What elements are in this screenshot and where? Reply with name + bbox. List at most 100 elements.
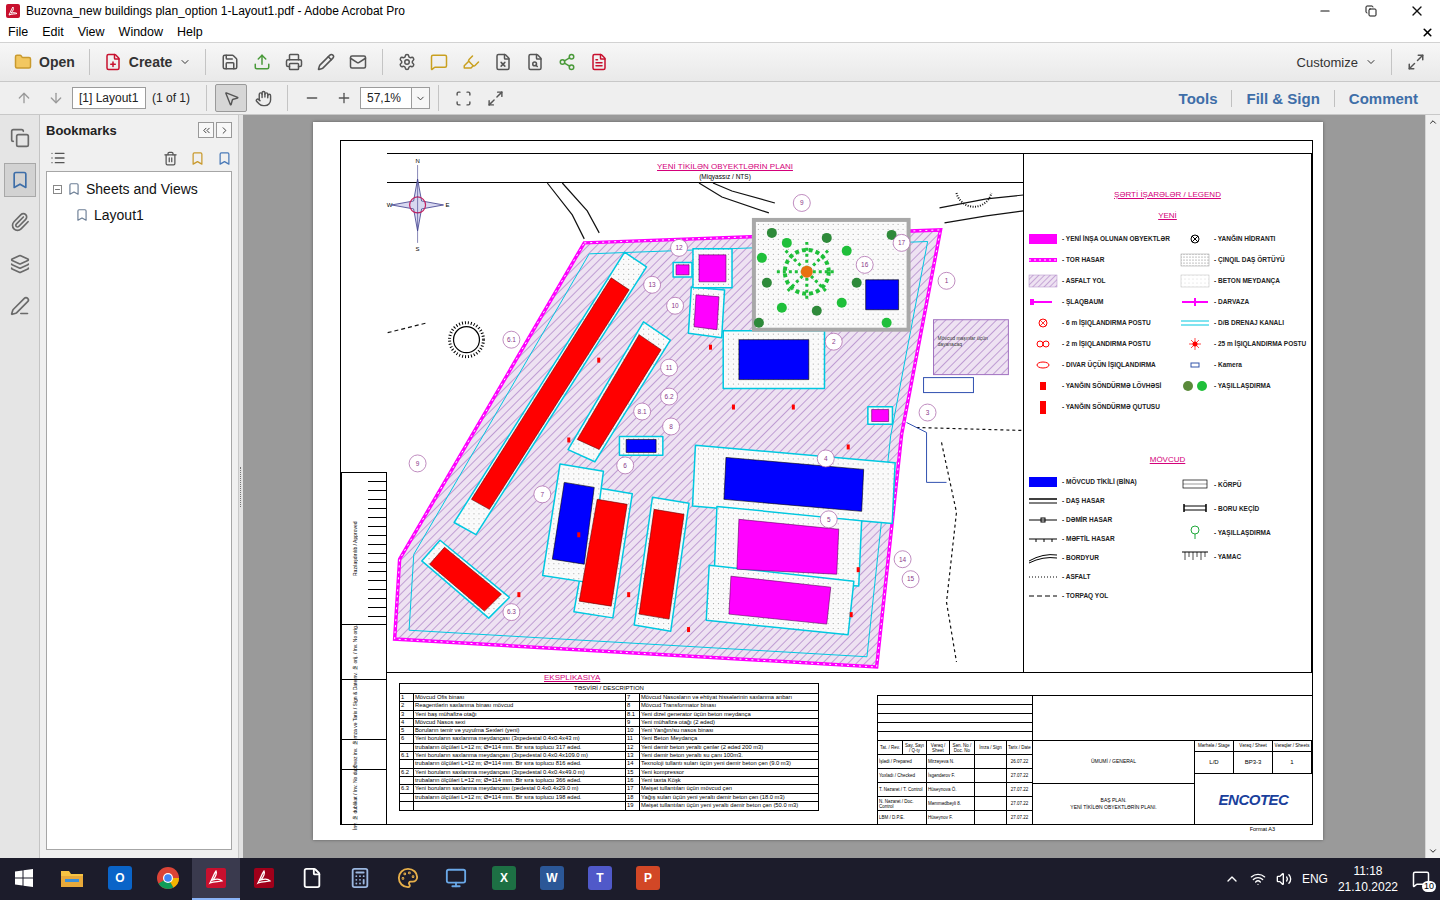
- settings-button[interactable]: [391, 48, 423, 76]
- language-indicator[interactable]: ENG: [1302, 872, 1328, 886]
- layers-pane-button[interactable]: [4, 247, 36, 281]
- search-button[interactable]: [519, 48, 551, 76]
- customize-button[interactable]: Customize: [1291, 46, 1383, 78]
- gear-icon: [398, 53, 416, 71]
- table-row: trubaların ölçüləri L=12 m; Ø=114 mm. Bi…: [400, 777, 818, 785]
- fit-width-button[interactable]: [479, 84, 511, 112]
- svg-text:16: 16: [861, 261, 869, 268]
- concrete-island: [619, 437, 662, 456]
- taskbar-app[interactable]: [48, 858, 96, 900]
- upload-button[interactable]: [246, 48, 278, 76]
- legend-label: - DARVAZA: [1214, 298, 1249, 305]
- notification-button[interactable]: 10: [1408, 866, 1434, 892]
- save-button[interactable]: [214, 48, 246, 76]
- mail-button[interactable]: [342, 48, 374, 76]
- taskbar-app[interactable]: W: [528, 858, 576, 900]
- zoom-in-button[interactable]: [328, 84, 360, 112]
- delete-page-button[interactable]: [487, 48, 519, 76]
- file-x-icon: [494, 53, 512, 71]
- table-cell: 3: [400, 711, 414, 718]
- taskbar-app[interactable]: [336, 858, 384, 900]
- taskbar-app[interactable]: [144, 858, 192, 900]
- bookmark-item[interactable]: Layout1: [49, 202, 229, 228]
- taskbar-app[interactable]: [192, 858, 240, 900]
- highlight-button[interactable]: [455, 48, 487, 76]
- fit-page-icon: [455, 90, 472, 107]
- taskbar-app[interactable]: T: [576, 858, 624, 900]
- close-icon: [1409, 3, 1425, 19]
- zoom-out-button[interactable]: [296, 84, 328, 112]
- taskbar-app[interactable]: P: [624, 858, 672, 900]
- volume-icon[interactable]: [1276, 871, 1292, 887]
- table-cell: [414, 802, 626, 810]
- edit-button[interactable]: [310, 48, 342, 76]
- panel-link[interactable]: Comment: [1334, 90, 1432, 107]
- bookmark-action-icon[interactable]: [217, 151, 232, 166]
- chevron-up-icon[interactable]: [1224, 871, 1240, 887]
- new-bookmark-icon[interactable]: [190, 151, 205, 166]
- taskbar-app[interactable]: [384, 858, 432, 900]
- existing-building: [739, 340, 809, 380]
- signatures-pane-button[interactable]: [4, 289, 36, 323]
- open-button[interactable]: Open: [8, 46, 81, 78]
- table-cell: Yeni Yanğın/su nasos binası: [640, 727, 818, 734]
- taskbar-app[interactable]: [288, 858, 336, 900]
- board-symbol-icon: [1028, 379, 1058, 393]
- existing-building: [866, 280, 899, 310]
- previous-page-button[interactable]: [8, 84, 40, 112]
- trash-icon[interactable]: [163, 151, 178, 166]
- legend: ŞƏRTİ İŞARƏLƏR / LEGENDYENİ- YENİ İNŞA O…: [1024, 154, 1311, 672]
- zoom-dropdown[interactable]: [412, 87, 430, 109]
- next-page-button[interactable]: [40, 84, 72, 112]
- network-icon[interactable]: [1250, 871, 1266, 887]
- word-icon: W: [540, 866, 564, 890]
- options-icon[interactable]: [50, 150, 66, 166]
- restore-button[interactable]: [1348, 0, 1394, 22]
- hand-tool-button[interactable]: [247, 84, 279, 112]
- export-button[interactable]: [583, 48, 615, 76]
- panel-link[interactable]: Tools: [1165, 90, 1232, 107]
- export-icon: [590, 53, 608, 71]
- bookmarks-pane-button[interactable]: [4, 163, 36, 197]
- close-button[interactable]: [1394, 0, 1440, 22]
- zoom-field[interactable]: 57,1%: [360, 87, 412, 109]
- clock[interactable]: 11:1821.10.2022: [1338, 863, 1398, 895]
- create-button[interactable]: Create: [98, 46, 198, 78]
- panel-link[interactable]: Fill & Sign: [1231, 90, 1333, 107]
- fullscreen-button[interactable]: [1400, 48, 1432, 76]
- stamp-label: İnv. № dublikat / Inv. No dupl.: [341, 770, 368, 824]
- page-field[interactable]: [1] Layout1: [72, 87, 146, 109]
- close-document-button[interactable]: [1421, 26, 1434, 39]
- table-cell: 15: [626, 769, 640, 776]
- minimize-button[interactable]: [1302, 0, 1348, 22]
- expander[interactable]: [53, 185, 62, 194]
- menu-item[interactable]: File: [1, 25, 35, 39]
- attachments-pane-button[interactable]: [4, 205, 36, 239]
- plan-label: 9: [409, 455, 426, 472]
- stamp-column: Razılaşdırılıb / Approvedİnv. № orij. / …: [341, 141, 387, 824]
- taskbar-app[interactable]: [432, 858, 480, 900]
- comment-button[interactable]: [423, 48, 455, 76]
- table-cell: 7: [626, 694, 640, 701]
- menu-item[interactable]: Window: [112, 25, 170, 39]
- menu-item[interactable]: View: [71, 25, 112, 39]
- share-button[interactable]: [551, 48, 583, 76]
- bookmark-item[interactable]: Sheets and Views: [49, 176, 229, 202]
- vertical-scrollbar[interactable]: [1425, 115, 1440, 858]
- select-tool-button[interactable]: [215, 84, 247, 112]
- fit-page-button[interactable]: [447, 84, 479, 112]
- pane-options-button[interactable]: [216, 122, 232, 138]
- taskbar-app[interactable]: X: [480, 858, 528, 900]
- create-pdf-icon: [104, 53, 122, 71]
- svg-text:2: 2: [832, 338, 836, 345]
- start-button[interactable]: [0, 858, 48, 900]
- svg-text:7: 7: [541, 491, 545, 498]
- collapse-pane-button[interactable]: [198, 122, 214, 138]
- menu-item[interactable]: Edit: [35, 25, 71, 39]
- taskbar-app[interactable]: O: [96, 858, 144, 900]
- pages-pane-button[interactable]: [4, 121, 36, 155]
- format-row: Format A3: [340, 825, 1313, 834]
- menu-item[interactable]: Help: [170, 25, 210, 39]
- taskbar-app[interactable]: [240, 858, 288, 900]
- print-button[interactable]: [278, 48, 310, 76]
